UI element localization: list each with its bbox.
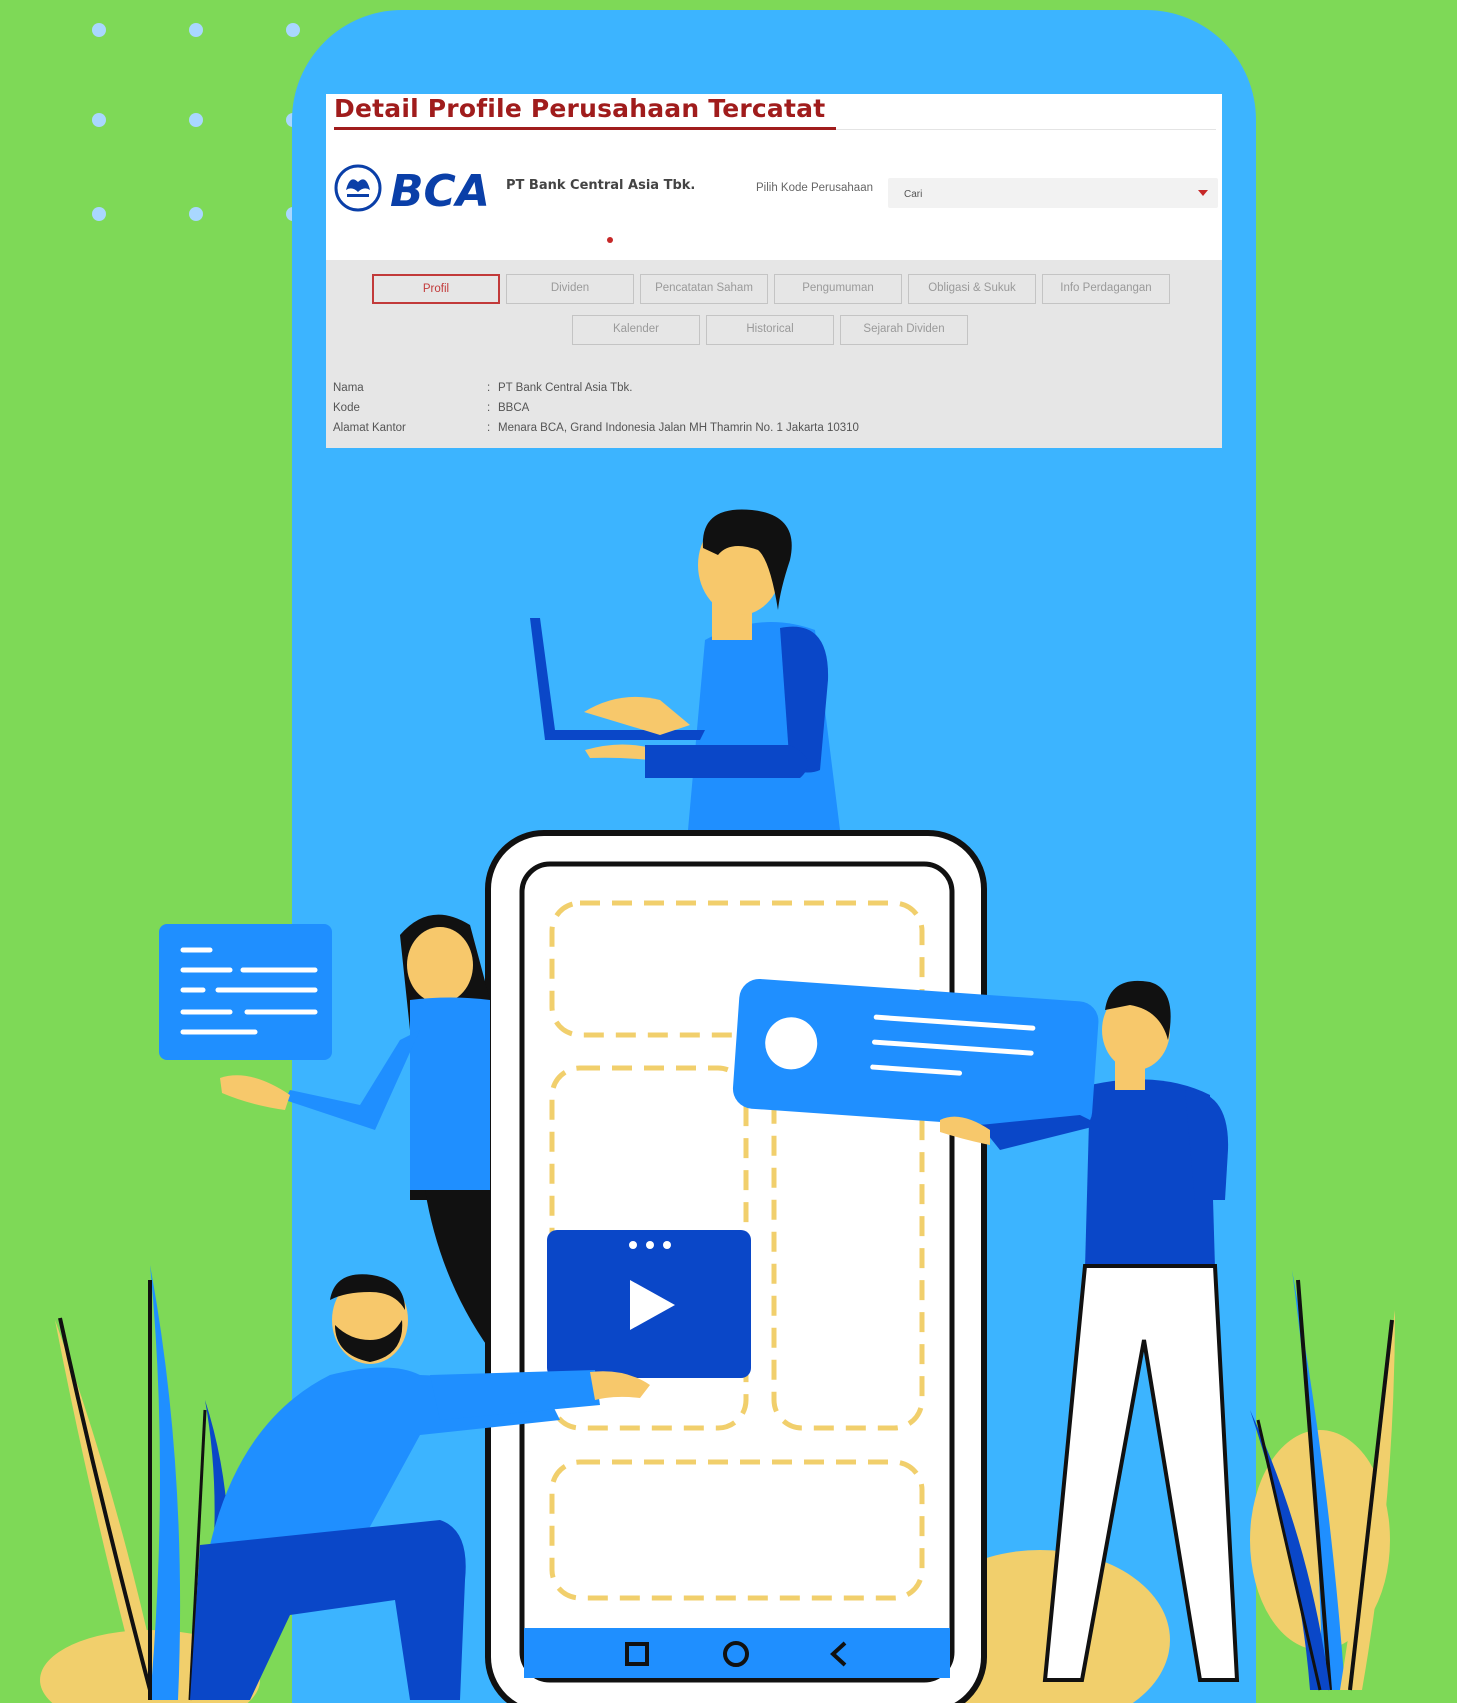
right-plants: [1250, 1270, 1395, 1691]
team-illustration: [40, 509, 1395, 1703]
woman-with-note: [159, 914, 490, 1350]
man-with-laptop: [530, 509, 840, 830]
big-phone: [485, 830, 987, 1703]
